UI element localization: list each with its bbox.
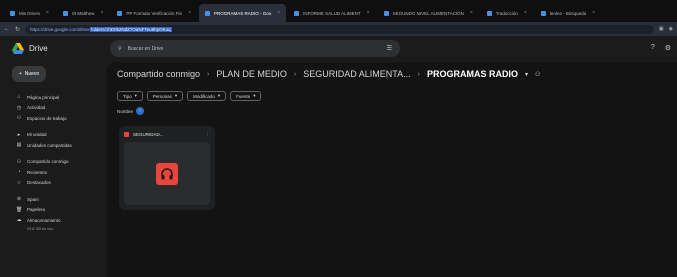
cloud-icon: ☁: [16, 217, 22, 224]
close-icon[interactable]: ×: [470, 10, 473, 16]
help-icon[interactable]: ?: [651, 44, 655, 52]
chevron-right-icon: ›: [293, 70, 297, 78]
sort-control[interactable]: Nombre ↑: [117, 107, 145, 115]
activity-icon: ◷: [16, 104, 22, 111]
plus-icon: +: [18, 71, 22, 77]
clock-icon: ◔: [17, 169, 21, 176]
chevron-down-icon[interactable]: ▾: [525, 71, 528, 78]
tab-favicon-icon: [10, 10, 15, 16]
sidebar-item-starred[interactable]: ☆ Destacados: [16, 178, 100, 189]
sidebar-item-spam[interactable]: ⊘ Spam: [16, 194, 100, 205]
sidebar-item-trash[interactable]: 🗑 Papelera: [16, 205, 100, 216]
chevron-down-icon: ▾: [134, 93, 137, 98]
sidebar: + Nuevo ⌂ Página principal ◷ Actividad ⚇ Es…: [0, 62, 100, 277]
app-header: Drive ⚲ Buscar en Drive ☰ ? ⚙: [0, 36, 677, 62]
breadcrumb-item[interactable]: Compartido conmigo: [117, 69, 200, 79]
file-name: SEGURIDAD...: [133, 131, 164, 137]
browser-tab[interactable]: PP Formato Verificación Fin ×: [111, 4, 197, 22]
drive-app: Drive ⚲ Buscar en Drive ☰ ? ⚙ + Nuevo ⌂ P…: [0, 36, 677, 277]
home-icon: ⌂: [17, 94, 21, 101]
tab-favicon-icon: [117, 10, 123, 16]
browser-tab[interactable]: Mis Drives ×: [4, 4, 55, 22]
url-field[interactable]: https://drive.google.com/drive/folders/1…: [25, 24, 654, 34]
workspaces-icon: ⚇: [16, 115, 22, 122]
settings-icon[interactable]: ⚙: [665, 44, 671, 52]
close-icon[interactable]: ×: [592, 10, 595, 16]
chevron-down-icon: ▾: [253, 93, 256, 98]
breadcrumb: Compartido conmigo › PLAN DE MEDIO › SEG…: [117, 69, 540, 79]
drive-logo[interactable]: Drive: [12, 43, 48, 54]
close-icon[interactable]: ×: [100, 10, 103, 16]
close-icon[interactable]: ×: [367, 10, 370, 16]
filter-source[interactable]: Fuente ▾: [230, 91, 262, 101]
extensions-icon[interactable]: ▣: [659, 26, 664, 32]
new-button[interactable]: + Nuevo: [12, 66, 46, 82]
star-icon: ☆: [16, 179, 22, 186]
chevron-down-icon: ▾: [217, 93, 221, 98]
browser-tab-bar: Mis Drives × St Matthew × PP Formato Verif…: [0, 0, 677, 22]
browser-tab[interactable]: St Matthew ×: [57, 4, 109, 22]
filter-chips: Tipo ▾ Personas ▾ Modificado ▾ Fuente ▾: [117, 91, 262, 101]
chevron-right-icon: ›: [207, 70, 210, 78]
sidebar-item-storage[interactable]: ☁ Almacenamiento: [16, 215, 100, 226]
drive-logo-icon: [12, 43, 24, 54]
tab-favicon-icon: [204, 10, 210, 16]
sidebar-nav: ⌂ Página principal ◷ Actividad ⚇ Espacios d…: [16, 92, 100, 231]
filter-modified[interactable]: Modificado ▾: [187, 91, 227, 101]
tab-favicon-icon: [294, 10, 300, 16]
headphones-icon: [156, 162, 178, 185]
browser-tab[interactable]: Traducción ×: [481, 4, 533, 22]
search-options-icon[interactable]: ☰: [387, 45, 392, 52]
header-actions: ? ⚙: [651, 44, 671, 52]
filter-type[interactable]: Tipo ▾: [117, 91, 143, 101]
sidebar-item-home[interactable]: ⌂ Página principal: [16, 92, 100, 103]
close-icon[interactable]: ×: [524, 10, 527, 16]
close-icon[interactable]: ×: [46, 10, 49, 16]
search-input[interactable]: ⚲ Buscar en Drive ☰: [110, 40, 400, 57]
close-icon[interactable]: ×: [277, 10, 280, 16]
shared-drives-icon: ▤: [16, 142, 22, 149]
sidebar-item-workspaces[interactable]: ⚇ Espacios de trabajo: [16, 113, 100, 124]
audio-file-icon: [124, 131, 129, 137]
filter-people[interactable]: Personas ▾: [146, 91, 184, 101]
browser-tab[interactable]: SEGUNDO NIVEL ALIMENTACIÓN ×: [378, 4, 479, 22]
shared-with-me-icon: ⚇: [16, 158, 22, 165]
share-people-icon[interactable]: ⚇: [535, 71, 540, 78]
browser-tab[interactable]: lentes - Búsqueda ×: [535, 4, 601, 22]
breadcrumb-current[interactable]: PROGRAMAS RADIO: [427, 69, 518, 79]
sidebar-item-my-drive[interactable]: ▸ Mi unidad: [16, 130, 100, 141]
browser-tab-active[interactable]: PROGRAMAS RADIO - Goo ×: [198, 4, 287, 22]
breadcrumb-item[interactable]: PLAN DE MEDIO: [216, 69, 287, 79]
breadcrumb-item[interactable]: SEGURIDAD ALIMENTA...: [303, 69, 410, 79]
address-bar: ← ↻ https://drive.google.com/drive/folde…: [0, 22, 677, 36]
my-drive-icon: ▸: [17, 131, 21, 138]
search-icon: ⚲: [118, 45, 122, 52]
tab-favicon-icon: [486, 10, 492, 16]
storage-usage-text: 29,8 GB en uso: [27, 226, 54, 231]
file-card[interactable]: SEGURIDAD... ⋮: [119, 126, 215, 210]
tab-favicon-icon: [62, 10, 68, 16]
sidebar-item-shared-drives[interactable]: ▤ Unidades compartidas: [16, 140, 100, 151]
more-options-icon[interactable]: ⋮: [205, 131, 210, 137]
chevron-right-icon: ›: [417, 70, 420, 78]
main-content: Compartido conmigo › PLAN DE MEDIO › SEG…: [107, 62, 677, 277]
sidebar-item-shared-with-me[interactable]: ⚇ Compartido conmigo: [16, 157, 100, 168]
close-icon[interactable]: ×: [188, 10, 191, 16]
sidebar-item-recent[interactable]: ◔ Recientes: [16, 167, 100, 178]
trash-icon: 🗑: [16, 206, 23, 213]
sidebar-item-activity[interactable]: ◷ Actividad: [16, 103, 100, 114]
file-card-header: SEGURIDAD... ⋮: [124, 131, 210, 137]
profile-icon[interactable]: ◉: [669, 26, 673, 32]
back-arrow-icon[interactable]: ←: [4, 26, 10, 32]
tab-favicon-icon: [383, 10, 389, 16]
file-thumbnail[interactable]: [124, 142, 210, 205]
sort-arrow-icon[interactable]: ↑: [136, 107, 145, 115]
tab-favicon-icon: [540, 10, 546, 16]
reload-icon[interactable]: ↻: [15, 26, 20, 33]
spam-icon: ⊘: [16, 196, 22, 203]
browser-tab[interactable]: INFORME SALUD ALIMENT ×: [288, 4, 375, 22]
chevron-down-icon: ▾: [174, 93, 178, 98]
